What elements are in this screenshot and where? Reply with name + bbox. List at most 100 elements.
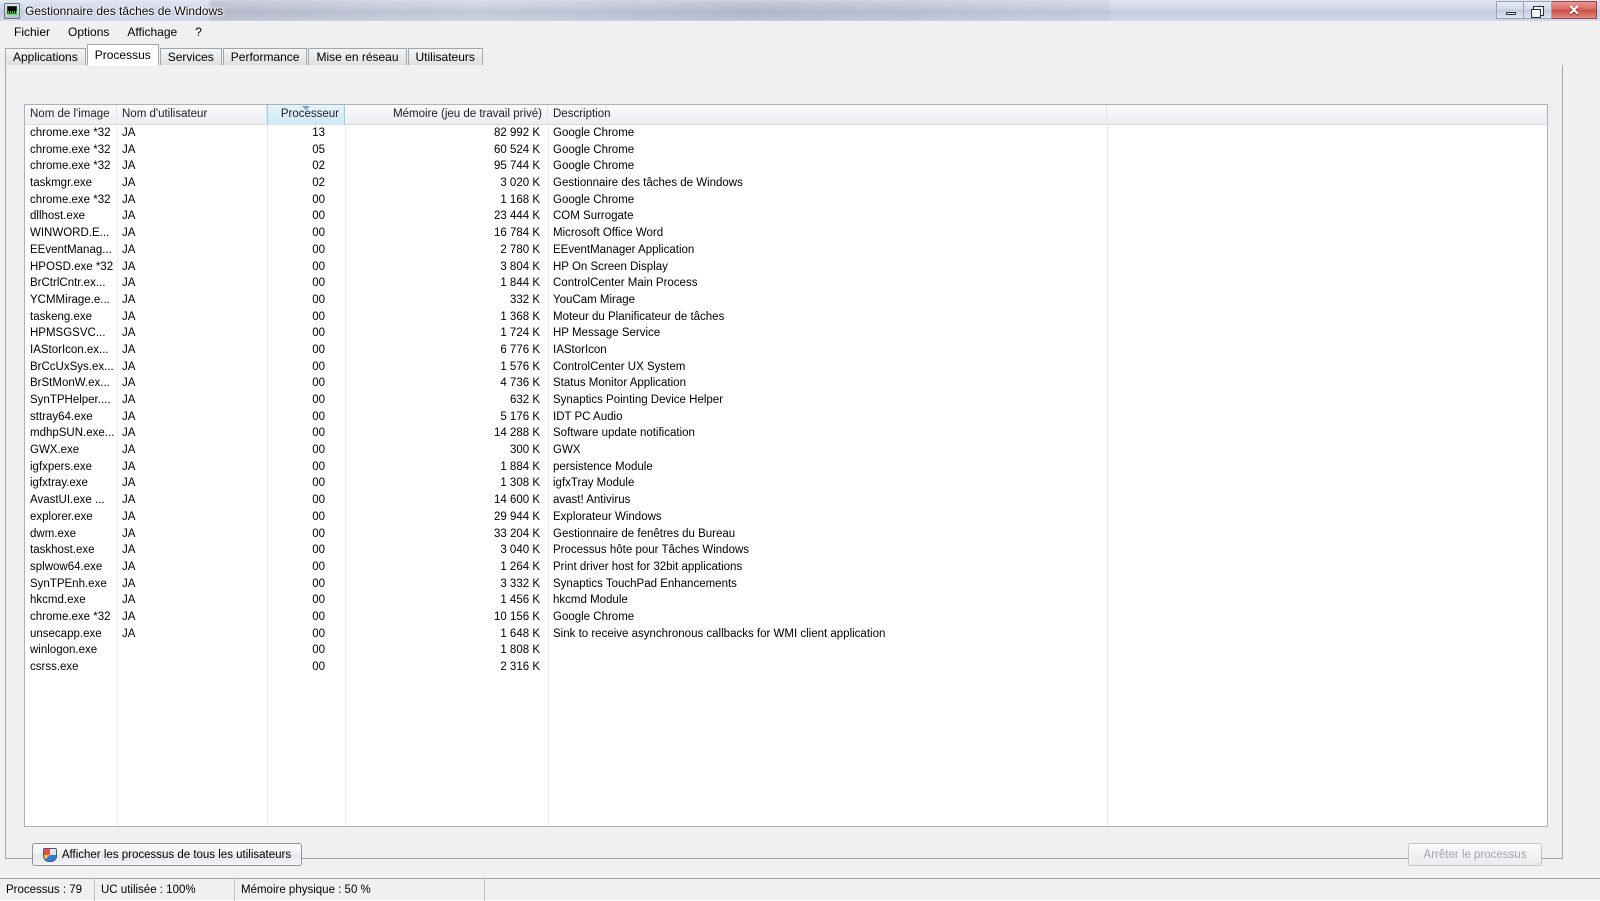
close-icon: ✕: [1568, 1, 1580, 18]
process-list-header: Nom de l'image Nom d'utilisateur Process…: [25, 105, 1547, 125]
table-row[interactable]: taskeng.exe JA 00 1 368 K Moteur du Planific…: [25, 309, 1547, 326]
cell-memory: 3 020 K: [500, 177, 540, 190]
cell-image-name: explorer.exe: [30, 510, 93, 523]
cell-user-name: JA: [122, 160, 136, 173]
cell-image-name: BrCtrlCntr.ex...: [30, 277, 106, 290]
table-row[interactable]: AvastUI.exe ... JA 00 14 600 K avast! Antivi…: [25, 492, 1547, 509]
table-row[interactable]: winlogon.exe 00 1 808 K: [25, 642, 1547, 659]
table-row[interactable]: WINWORD.E... JA 00 16 784 K Microsoft Office…: [25, 225, 1547, 242]
table-row[interactable]: YCMMirage.e... JA 00 332 K YouCam Mirage: [25, 292, 1547, 309]
cell-user-name: JA: [122, 260, 136, 273]
cell-cpu: 00: [312, 193, 325, 206]
cell-image-name: chrome.exe *32: [30, 610, 111, 623]
table-row[interactable]: chrome.exe *32 JA 13 82 992 K Google Chrome: [25, 125, 1547, 142]
cell-user-name: JA: [122, 377, 136, 390]
cell-image-name: YCMMirage.e...: [30, 293, 110, 306]
table-row[interactable]: sttray64.exe JA 00 5 176 K IDT PC Audio: [25, 409, 1547, 426]
table-row[interactable]: csrss.exe 00 2 316 K: [25, 659, 1547, 676]
process-rows: chrome.exe *32 JA 13 82 992 K Google Chrome c…: [25, 125, 1547, 676]
table-row[interactable]: splwow64.exe JA 00 1 264 K Print driver host…: [25, 559, 1547, 576]
table-row[interactable]: chrome.exe *32 JA 02 95 744 K Google Chrome: [25, 158, 1547, 175]
task-manager-icon: [4, 2, 20, 19]
table-row[interactable]: GWX.exe JA 00 300 K GWX: [25, 442, 1547, 459]
column-header-image-name[interactable]: Nom de l'image: [25, 105, 117, 125]
menu-help[interactable]: ?: [186, 23, 211, 41]
table-row[interactable]: EEventManag... JA 00 2 780 K EEventManager A…: [25, 242, 1547, 259]
table-row[interactable]: taskmgr.exe JA 02 3 020 K Gestionnaire des t…: [25, 175, 1547, 192]
cell-user-name: JA: [122, 310, 136, 323]
table-row[interactable]: mdhpSUN.exe... JA 00 14 288 K Software updat…: [25, 425, 1547, 442]
end-process-button[interactable]: Arrêter le processus: [1408, 843, 1542, 866]
tab-strip: Applications Processus Services Performa…: [5, 44, 1595, 67]
column-header-memory[interactable]: Mémoire (jeu de travail privé): [345, 105, 548, 125]
column-header-description[interactable]: Description: [548, 105, 1107, 125]
cell-cpu: 00: [312, 661, 325, 673]
end-process-label: Arrêter le processus: [1423, 848, 1527, 861]
cell-user-name: JA: [122, 243, 136, 256]
table-row[interactable]: hkcmd.exe JA 00 1 456 K hkcmd Module: [25, 592, 1547, 609]
cell-cpu: 00: [312, 394, 325, 406]
table-row[interactable]: igfxtray.exe JA 00 1 308 K igfxTray Module: [25, 475, 1547, 492]
cell-memory: 1 648 K: [500, 627, 540, 640]
table-row[interactable]: chrome.exe *32 JA 05 60 524 K Google Chrome: [25, 142, 1547, 159]
tab-processus[interactable]: Processus: [86, 44, 159, 66]
table-row[interactable]: explorer.exe JA 00 29 944 K Explorateur Wind…: [25, 509, 1547, 526]
cell-image-name: mdhpSUN.exe...: [30, 427, 115, 440]
uac-shield-icon: [42, 847, 57, 862]
cell-memory: 1 576 K: [500, 360, 540, 373]
cell-description: Print driver host for 32bit applications: [553, 560, 743, 573]
table-row[interactable]: IAStorIcon.ex... JA 00 6 776 K IAStorIcon: [25, 342, 1547, 359]
cell-description: YouCam Mirage: [553, 293, 636, 306]
cell-image-name: igfxtray.exe: [30, 477, 88, 490]
cell-description: Google Chrome: [553, 193, 635, 206]
cell-memory: 14 288 K: [493, 427, 540, 440]
menu-options[interactable]: Options: [59, 23, 118, 41]
cell-memory: 1 844 K: [500, 277, 540, 290]
cell-description: EEventManager Application: [553, 243, 695, 256]
menu-fichier[interactable]: Fichier: [5, 23, 59, 41]
column-header-filler: [1107, 105, 1547, 125]
table-row[interactable]: BrStMonW.ex... JA 00 4 736 K Status Monitor …: [25, 375, 1547, 392]
cell-cpu: 00: [312, 427, 325, 440]
cell-cpu: 00: [312, 343, 325, 356]
restore-button[interactable]: [1524, 1, 1552, 19]
menu-affichage[interactable]: Affichage: [118, 23, 186, 41]
column-header-cpu[interactable]: Processeur: [267, 105, 345, 125]
table-row[interactable]: SynTPHelper.... JA 00 632 K Synaptics Pointi…: [25, 392, 1547, 409]
cell-memory: 2 316 K: [500, 661, 540, 673]
minimize-button[interactable]: [1496, 1, 1524, 19]
column-header-user-name[interactable]: Nom d'utilisateur: [117, 105, 267, 125]
cell-user-name: JA: [122, 494, 136, 507]
process-list[interactable]: Nom de l'image Nom d'utilisateur Process…: [24, 104, 1548, 827]
cell-image-name: chrome.exe *32: [30, 127, 111, 139]
table-row[interactable]: dwm.exe JA 00 33 204 K Gestionnaire de fenêt…: [25, 526, 1547, 543]
cell-memory: 95 744 K: [493, 160, 540, 173]
cell-user-name: JA: [122, 577, 136, 590]
table-row[interactable]: HPMSGSVC... JA 00 1 724 K HP Message Service: [25, 325, 1547, 342]
table-row[interactable]: BrCtrlCntr.ex... JA 00 1 844 K ControlCenter…: [25, 275, 1547, 292]
cell-image-name: chrome.exe *32: [30, 143, 111, 156]
cell-cpu: 00: [312, 644, 325, 657]
cell-image-name: SynTPEnh.exe: [30, 577, 107, 590]
table-row[interactable]: chrome.exe *32 JA 00 1 168 K Google Chrome: [25, 192, 1547, 209]
table-row[interactable]: chrome.exe *32 JA 00 10 156 K Google Chrome: [25, 609, 1547, 626]
table-row[interactable]: dllhost.exe JA 00 23 444 K COM Surrogate: [25, 208, 1547, 225]
table-row[interactable]: unsecapp.exe JA 00 1 648 K Sink to receive a…: [25, 626, 1547, 643]
table-row[interactable]: taskhost.exe JA 00 3 040 K Processus hôte po…: [25, 542, 1547, 559]
table-row[interactable]: BrCcUxSys.ex... JA 00 1 576 K ControlCenter …: [25, 359, 1547, 376]
cell-memory: 1 264 K: [500, 560, 540, 573]
show-all-users-button[interactable]: Afficher les processus de tous les utili…: [32, 843, 302, 866]
table-row[interactable]: igfxpers.exe JA 00 1 884 K persistence Modul…: [25, 459, 1547, 476]
cell-memory: 632 K: [509, 394, 540, 406]
table-row[interactable]: SynTPEnh.exe JA 00 3 332 K Synaptics TouchPa…: [25, 576, 1547, 593]
cell-cpu: 00: [312, 377, 325, 390]
titlebar-glass-effect: [210, 0, 1110, 21]
status-bar: Processus : 79 UC utilisée : 100% Mémoir…: [0, 878, 1600, 901]
close-button[interactable]: ✕: [1552, 1, 1597, 19]
cell-image-name: EEventManag...: [30, 243, 112, 256]
cell-cpu: 13: [312, 127, 325, 139]
resize-grip[interactable]: [1582, 879, 1600, 901]
title-bar[interactable]: Gestionnaire des tâches de Windows ✕: [0, 0, 1600, 21]
table-row[interactable]: HPOSD.exe *32 JA 00 3 804 K HP On Screen Dis…: [25, 259, 1547, 276]
cell-cpu: 00: [312, 227, 325, 240]
